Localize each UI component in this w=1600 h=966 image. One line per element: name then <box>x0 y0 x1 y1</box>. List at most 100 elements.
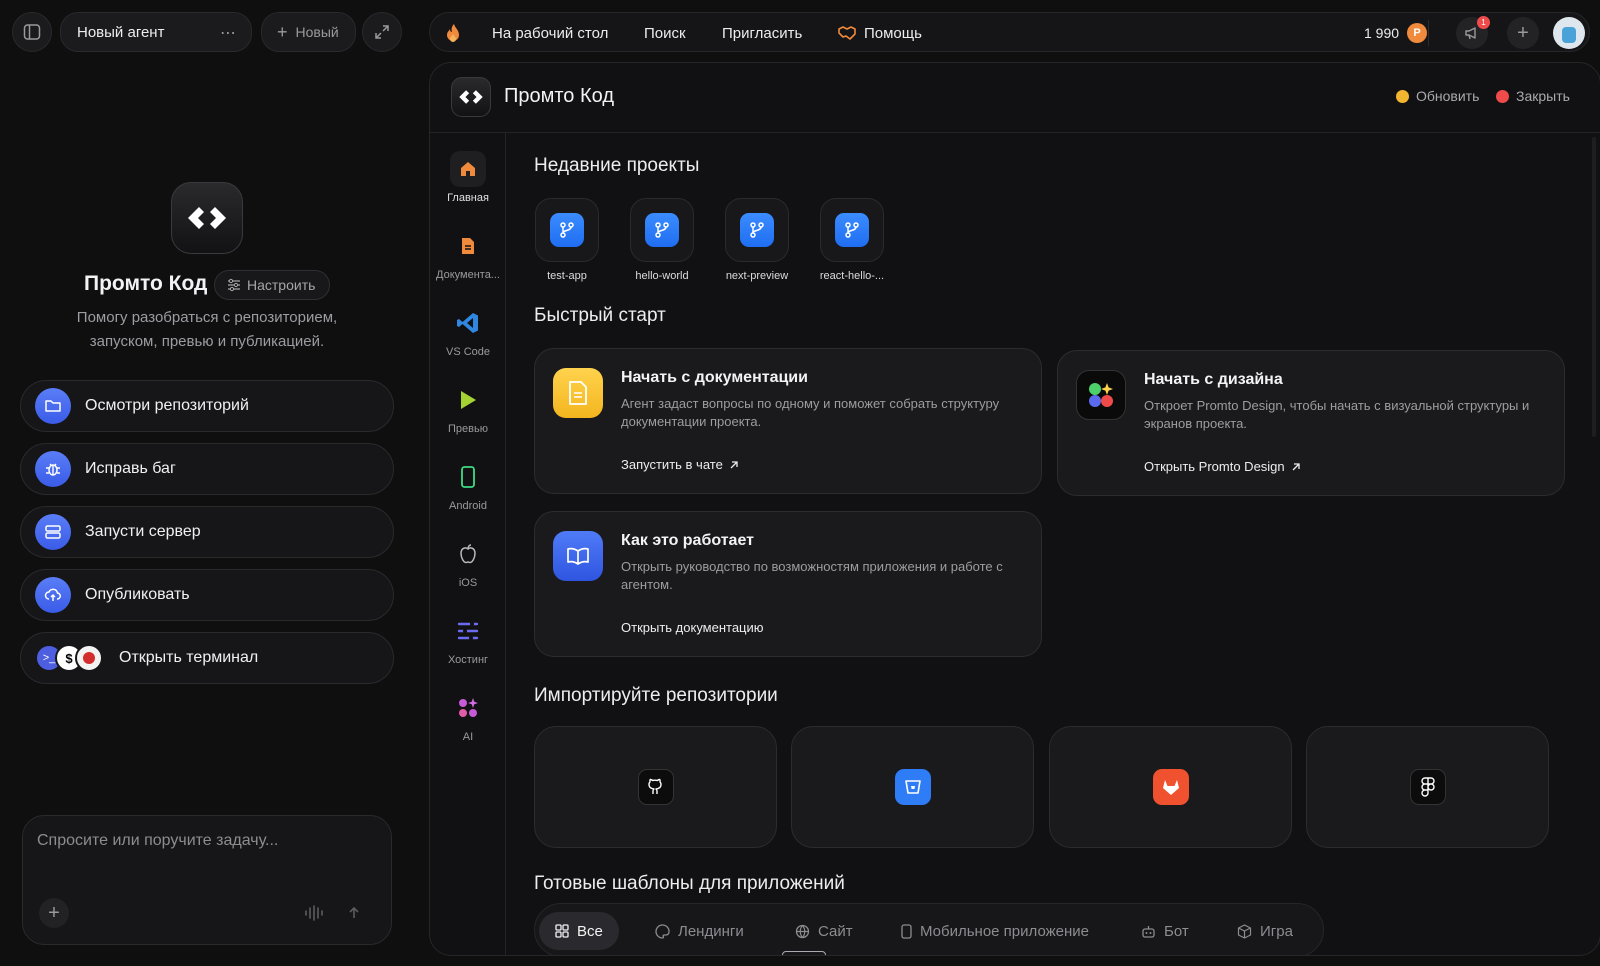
bot-icon <box>1142 925 1155 938</box>
scrollbar[interactable] <box>1592 137 1596 437</box>
rail-item-ios[interactable]: iOS <box>430 536 506 589</box>
rail-item-ai[interactable]: AI <box>430 690 506 743</box>
rail-item-preview[interactable]: Превью <box>430 382 506 435</box>
quickstart-title: Быстрый старт <box>534 305 666 326</box>
agent-selector[interactable]: Новый агент ⋯ <box>60 12 252 52</box>
sidebar-toggle-button[interactable] <box>12 12 52 52</box>
side-rail: Главная Документа... VS Code Превью Andr… <box>430 133 506 955</box>
document-icon <box>553 368 603 418</box>
arrow-up-right-icon <box>1292 462 1300 470</box>
import-figma[interactable] <box>1306 726 1549 848</box>
notification-badge: 1 <box>1477 16 1490 29</box>
tab-label: Мобильное приложение <box>920 922 1089 940</box>
tab-bot[interactable]: Бот <box>1125 912 1205 950</box>
card-start-design[interactable]: Начать с дизайна Откроет Promto Design, … <box>1057 350 1565 496</box>
rail-label: iOS <box>458 577 478 589</box>
voice-button[interactable] <box>299 898 329 928</box>
main-panel: Промто Код Обновить Закрыть Главная Доку… <box>429 62 1600 956</box>
agent-description-line2: запуском, превью и публикацией. <box>89 333 325 350</box>
recent-project[interactable]: next-preview <box>717 198 797 282</box>
expand-icon <box>375 25 389 39</box>
flame-logo[interactable] <box>443 13 463 53</box>
tab-site[interactable]: Сайт <box>779 912 869 950</box>
scroll-handle[interactable] <box>782 951 826 955</box>
agent-name: Промто Код <box>84 272 208 295</box>
waveform-icon <box>305 905 323 921</box>
rail-item-home[interactable]: Главная <box>430 151 506 204</box>
plus-icon: + <box>277 21 288 42</box>
document-icon <box>450 228 486 264</box>
rail-label: Документа... <box>436 269 500 281</box>
vscode-icon <box>450 305 486 341</box>
add-button[interactable]: + <box>1507 17 1539 49</box>
palette-icon <box>655 923 670 939</box>
new-agent-button[interactable]: + Новый <box>261 12 356 52</box>
rail-item-vscode[interactable]: VS Code <box>430 305 506 358</box>
rail-item-android[interactable]: Android <box>430 459 506 512</box>
rail-label: Главная <box>447 192 489 204</box>
card-link[interactable]: Открыть документацию <box>621 620 764 635</box>
card-how-it-works[interactable]: Как это работает Открыть руководство по … <box>534 511 1042 657</box>
configure-button[interactable]: Настроить <box>214 270 330 300</box>
recent-project[interactable]: react-hello-... <box>812 198 892 282</box>
quick-action-label: Открыть терминал <box>119 649 259 666</box>
project-tile <box>725 198 789 262</box>
megaphone-icon <box>1465 27 1476 40</box>
more-icon[interactable]: ⋯ <box>220 23 237 43</box>
book-icon <box>553 531 603 581</box>
phone-icon <box>901 923 912 939</box>
quick-action-publish[interactable]: Опубликовать <box>20 569 394 621</box>
quick-action-label: Опубликовать <box>85 586 190 603</box>
close-button[interactable]: Закрыть <box>1496 88 1570 104</box>
handshake-icon <box>838 26 856 40</box>
send-button[interactable] <box>339 898 369 928</box>
close-dot-icon <box>1496 89 1509 103</box>
quick-action-open-terminal[interactable]: >_ $ Открыть терминал <box>20 632 394 684</box>
rail-item-hosting[interactable]: Хостинг <box>430 613 506 666</box>
design-icon <box>1076 370 1126 420</box>
card-start-docs[interactable]: Начать с документации Агент задаст вопро… <box>534 348 1042 494</box>
quick-action-label: Исправь баг <box>85 460 176 477</box>
nav-invite[interactable]: Пригласить <box>722 13 802 53</box>
tab-label: Все <box>577 922 603 940</box>
quick-action-start-server[interactable]: Запусти сервер <box>20 506 394 558</box>
balance[interactable]: 1 990 P <box>1364 13 1428 53</box>
git-branch-icon <box>645 213 679 247</box>
nav-help[interactable]: Помощь <box>838 13 922 53</box>
quick-action-inspect-repo[interactable]: Осмотри репозиторий <box>20 380 394 432</box>
tab-game[interactable]: Игра <box>1221 912 1309 950</box>
import-github[interactable] <box>534 726 777 848</box>
import-gitlab[interactable] <box>1049 726 1292 848</box>
tab-label: Бот <box>1164 922 1189 940</box>
recent-project[interactable]: hello-world <box>622 198 702 282</box>
attach-button[interactable]: + <box>39 898 69 928</box>
card-link[interactable]: Запустить в чате <box>621 457 739 472</box>
refresh-button[interactable]: Обновить <box>1396 88 1479 104</box>
rail-label: Хостинг <box>447 654 489 666</box>
rail-label: Android <box>449 500 487 512</box>
bug-icon <box>35 451 71 487</box>
composer-input[interactable]: Спросите или поручите задачу... <box>37 832 278 850</box>
card-desc: Открыть руководство по возможностям прил… <box>621 559 1003 592</box>
rail-label: Превью <box>448 423 488 435</box>
recent-project[interactable]: test-app <box>527 198 607 282</box>
tab-all[interactable]: Все <box>539 912 619 950</box>
nav-search[interactable]: Поиск <box>644 13 686 53</box>
import-bitbucket[interactable] <box>791 726 1034 848</box>
agent-description-line1: Помогу разобраться с репозиторием, <box>76 309 338 326</box>
template-tabs: Все Лендинги Сайт Мобильное приложение Б… <box>534 903 1324 955</box>
card-link[interactable]: Открыть Promto Design <box>1144 459 1301 474</box>
nav-desktop[interactable]: На рабочий стол <box>492 13 608 53</box>
quick-action-fix-bug[interactable]: Исправь баг <box>20 443 394 495</box>
hosting-icon <box>450 613 486 649</box>
project-tile <box>630 198 694 262</box>
expand-button[interactable] <box>362 12 402 52</box>
git-branch-icon <box>740 213 774 247</box>
tab-label: Игра <box>1260 922 1293 940</box>
git-branch-icon <box>835 213 869 247</box>
tab-mobile-app[interactable]: Мобильное приложение <box>885 912 1105 950</box>
terminal-apps-stack: >_ $ <box>35 644 103 672</box>
tab-landings[interactable]: Лендинги <box>639 912 760 950</box>
avatar[interactable] <box>1553 17 1585 49</box>
rail-item-docs[interactable]: Документа... <box>430 228 506 281</box>
